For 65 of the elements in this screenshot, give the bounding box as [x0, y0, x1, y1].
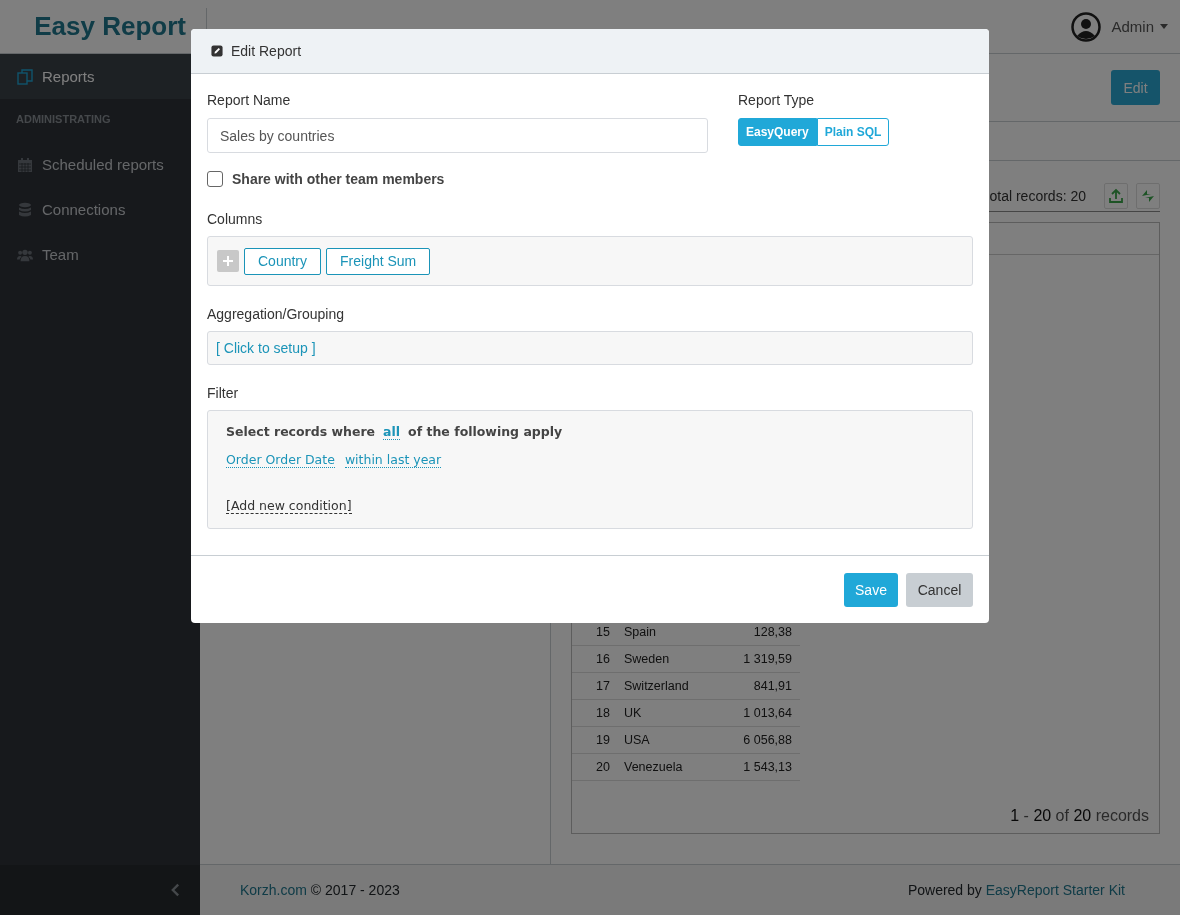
sidebar-item[interactable]: Team [0, 232, 200, 277]
section-label: Filter [207, 385, 240, 401]
edit-icon [211, 45, 223, 57]
table-cell-text: USA [623, 733, 651, 747]
pager-text: 1 - 20 of 20 records [1010, 807, 1149, 825]
powered-by-text: Powered by [907, 882, 982, 898]
add-condition-link[interactable]: [Add new condition] [226, 498, 352, 514]
row-number: 17 [595, 679, 610, 693]
row-number: 20 [595, 760, 610, 774]
field-label: Report Name [207, 92, 292, 108]
condition-operator-link[interactable]: within last year [344, 452, 442, 468]
report-name-field[interactable]: Sales by countries [207, 118, 708, 153]
table-cell-text: 6 056,88 [742, 733, 793, 747]
row-number: 16 [595, 652, 610, 666]
save-button[interactable]: Save [844, 572, 898, 607]
checkbox-label: Share with other team members [232, 171, 445, 187]
total-records-text: otal records: 20 [989, 188, 1086, 204]
export-button[interactable] [1104, 183, 1128, 209]
database-icon [17, 201, 33, 218]
checkbox[interactable] [207, 171, 223, 187]
table-cell-text: Spain [623, 625, 657, 639]
table-cell-text: Switzerland [623, 679, 690, 693]
add-column-button[interactable] [217, 250, 239, 272]
user-menu[interactable]: Admin [1111, 18, 1154, 35]
condition-field-link[interactable]: Order Order Date [226, 452, 335, 468]
user-avatar-icon[interactable] [1071, 11, 1102, 42]
plus-icon [222, 255, 234, 267]
match-mode-link[interactable]: all [383, 424, 401, 440]
setup-link[interactable]: [ Click to setup ] [216, 340, 316, 356]
column-chip[interactable]: Freight Sum [326, 247, 431, 275]
report-type-option[interactable]: Plain SQL [816, 118, 890, 146]
section-label: Aggregation/Grouping [207, 306, 345, 322]
cancel-button[interactable]: Cancel [906, 572, 973, 607]
row-number: 18 [595, 706, 610, 720]
row-number: 15 [595, 625, 610, 639]
row-number: 19 [595, 733, 610, 747]
sidebar-item[interactable]: Connections [0, 187, 200, 232]
filter-intro-text: of the following apply [408, 424, 563, 440]
section-label: Columns [207, 211, 264, 227]
starter-kit-link[interactable]: EasyReport Starter Kit [985, 882, 1125, 898]
sidebar-item[interactable]: Scheduled reports [0, 142, 200, 187]
table-cell-text: Sweden [623, 652, 671, 666]
table-cell-text: UK [623, 706, 643, 720]
app-logo[interactable]: Easy Report [34, 11, 186, 42]
site-link[interactable]: Korzh.com [240, 882, 307, 898]
table-cell-text: Venezuela [623, 760, 684, 774]
sync-button[interactable] [1136, 183, 1160, 209]
upload-icon [1108, 188, 1124, 204]
report-type-option[interactable]: EasyQuery [738, 118, 817, 146]
calendar-icon [17, 156, 33, 173]
chevron-left-icon[interactable] [171, 883, 180, 897]
table-cell-text: 841,91 [752, 679, 793, 693]
field-label: Report Type [738, 92, 815, 108]
edit-button[interactable]: Edit [1111, 70, 1160, 105]
table-cell-text: 1 013,64 [742, 706, 793, 720]
table-cell-text: 1 319,59 [742, 652, 793, 666]
table-cell-text: 1 543,13 [742, 760, 793, 774]
table-cell-text: 128,38 [752, 625, 793, 639]
refresh-icon [1140, 188, 1156, 204]
filter-intro-text: Select records where [226, 424, 376, 440]
copy-icon [17, 68, 33, 85]
caret-icon[interactable] [1160, 24, 1168, 29]
dialog-title: Edit Report [231, 43, 302, 59]
copyright-text: © 2017 - 2023 [310, 882, 400, 898]
column-chip[interactable]: Country [244, 247, 322, 275]
